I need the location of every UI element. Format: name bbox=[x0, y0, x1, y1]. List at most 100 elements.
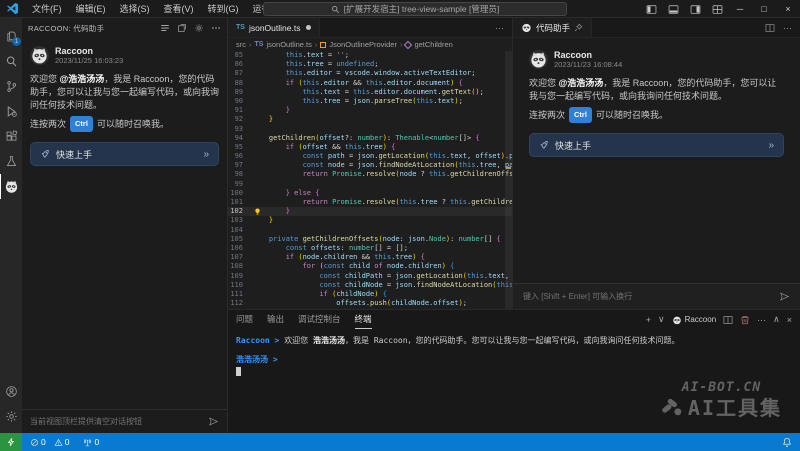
line-number[interactable]: 92 bbox=[228, 115, 252, 124]
code-line[interactable]: 95 if (offset && this.tree) { bbox=[228, 143, 512, 152]
warnings-status[interactable]: 0 bbox=[54, 437, 70, 447]
pin-icon[interactable] bbox=[574, 23, 583, 32]
testing-icon[interactable] bbox=[0, 149, 22, 174]
tab-terminal[interactable]: 终端 bbox=[355, 310, 372, 329]
line-number[interactable]: 87 bbox=[228, 69, 252, 78]
sidebar-chat-input[interactable]: 当前视图顶栏提供清空对话按钮 bbox=[22, 409, 227, 433]
line-number[interactable]: 95 bbox=[228, 143, 252, 152]
source-control-icon[interactable] bbox=[0, 74, 22, 99]
menu-selection[interactable]: 选择(S) bbox=[113, 0, 157, 18]
line-number[interactable]: 89 bbox=[228, 88, 252, 97]
new-terminal-icon[interactable]: + bbox=[646, 315, 651, 325]
code-line[interactable]: 85 this.text = ''; bbox=[228, 51, 512, 60]
split-terminal-icon[interactable] bbox=[723, 315, 733, 325]
code-line[interactable]: 108 for (const child of node.children) { bbox=[228, 262, 512, 271]
code-line[interactable]: 111 if (childNode) { bbox=[228, 290, 512, 299]
line-number[interactable]: 112 bbox=[228, 299, 252, 308]
tab-code-assistant[interactable]: 代码助手 bbox=[513, 18, 592, 37]
settings-gear-icon[interactable] bbox=[0, 404, 22, 429]
line-number[interactable]: 98 bbox=[228, 170, 252, 179]
code-line[interactable]: 107 if (node.children && this.tree) { bbox=[228, 253, 512, 262]
clear-chat-icon[interactable] bbox=[160, 23, 170, 33]
send-icon[interactable] bbox=[208, 416, 219, 427]
line-number[interactable]: 85 bbox=[228, 51, 252, 60]
line-number[interactable]: 103 bbox=[228, 216, 252, 225]
line-number[interactable]: 100 bbox=[228, 189, 252, 198]
new-session-icon[interactable] bbox=[177, 23, 187, 33]
remote-indicator[interactable] bbox=[0, 433, 22, 451]
tab-output[interactable]: 输出 bbox=[267, 310, 284, 329]
menu-view[interactable]: 查看(V) bbox=[157, 0, 201, 18]
more-actions-icon[interactable] bbox=[211, 23, 221, 33]
line-number[interactable]: 104 bbox=[228, 226, 252, 235]
line-number[interactable]: 107 bbox=[228, 253, 252, 262]
code-line[interactable]: 98 return Promise.resolve(node ? this.ge… bbox=[228, 170, 512, 179]
code-line[interactable]: 109 const childPath = json.getLocation(t… bbox=[228, 272, 512, 281]
code-line[interactable]: 99 bbox=[228, 180, 512, 189]
window-maximize-button[interactable]: □ bbox=[752, 0, 776, 18]
code-line[interactable]: 106 const offsets: number[] = []; bbox=[228, 244, 512, 253]
quick-start-button[interactable]: 快速上手 » bbox=[529, 133, 784, 157]
panel-more-icon[interactable]: ··· bbox=[757, 315, 766, 325]
code-line[interactable]: 104 bbox=[228, 226, 512, 235]
toggle-secondary-sidebar-icon[interactable] bbox=[684, 0, 706, 18]
explorer-icon[interactable]: 1 bbox=[0, 24, 22, 49]
customize-layout-icon[interactable] bbox=[706, 0, 728, 18]
quick-fix-lightbulb-icon[interactable] bbox=[254, 208, 261, 215]
code-line[interactable]: 92 } bbox=[228, 115, 512, 124]
modified-dot-icon[interactable] bbox=[306, 25, 311, 30]
code-line[interactable]: 87 this.editor = vscode.window.activeTex… bbox=[228, 69, 512, 78]
tab-jsonoutline[interactable]: TS jsonOutline.ts bbox=[228, 18, 320, 37]
split-editor-icon[interactable] bbox=[765, 23, 775, 33]
window-minimize-button[interactable]: ─ bbox=[728, 0, 752, 18]
line-number[interactable]: 93 bbox=[228, 125, 252, 134]
code-line[interactable]: 101 return Promise.resolve(this.tree ? t… bbox=[228, 198, 512, 207]
account-icon[interactable] bbox=[0, 379, 22, 404]
code-line[interactable]: 91 } bbox=[228, 106, 512, 115]
line-number[interactable]: 109 bbox=[228, 272, 252, 281]
line-number[interactable]: 102 bbox=[228, 207, 252, 216]
code-line[interactable]: 96 const path = json.getLocation(this.te… bbox=[228, 152, 512, 161]
code-line[interactable]: 89 this.text = this.editor.document.getT… bbox=[228, 88, 512, 97]
terminal-profile-chevron-icon[interactable]: ∨ bbox=[658, 314, 665, 325]
panel-more-actions-icon[interactable]: ··· bbox=[783, 23, 792, 33]
line-number[interactable]: 91 bbox=[228, 106, 252, 115]
code-line[interactable]: 100 } else { bbox=[228, 189, 512, 198]
breadcrumb-method[interactable]: getChildren bbox=[414, 40, 452, 49]
terminal-content[interactable]: Raccoon > 欢迎您 浩浩汤汤，我是 Raccoon，您的代码助手。您可以… bbox=[228, 329, 800, 433]
menu-file[interactable]: 文件(F) bbox=[25, 0, 69, 18]
kill-terminal-icon[interactable] bbox=[740, 315, 750, 325]
search-view-icon[interactable] bbox=[0, 49, 22, 74]
line-number[interactable]: 97 bbox=[228, 161, 252, 170]
code-line[interactable]: 110 const childNode = json.findNodeAtLoc… bbox=[228, 281, 512, 290]
run-debug-icon[interactable] bbox=[0, 99, 22, 124]
line-number[interactable]: 111 bbox=[228, 290, 252, 299]
errors-status[interactable]: 0 bbox=[30, 437, 46, 447]
line-number[interactable]: 106 bbox=[228, 244, 252, 253]
line-number[interactable]: 108 bbox=[228, 262, 252, 271]
ports-status[interactable]: 0 bbox=[83, 437, 99, 447]
line-number[interactable]: 99 bbox=[228, 180, 252, 189]
line-number[interactable]: 105 bbox=[228, 235, 252, 244]
line-number[interactable]: 86 bbox=[228, 60, 252, 69]
line-number[interactable]: 90 bbox=[228, 97, 252, 106]
send-icon[interactable] bbox=[779, 291, 790, 302]
tab-problems[interactable]: 问题 bbox=[236, 310, 253, 329]
code-line[interactable]: 88 if (this.editor && this.editor.docume… bbox=[228, 79, 512, 88]
code-line[interactable]: 103 } bbox=[228, 216, 512, 225]
assistant-chat-input[interactable]: 键入 [Shift + Enter] 可输入换行 bbox=[513, 283, 800, 309]
raccoon-assistant-icon[interactable] bbox=[0, 174, 22, 199]
editor-scrollbar[interactable] bbox=[505, 51, 512, 309]
breadcrumb-class[interactable]: JsonOutlineProvider bbox=[329, 40, 397, 49]
code-line[interactable]: 93 bbox=[228, 125, 512, 134]
line-number[interactable]: 96 bbox=[228, 152, 252, 161]
quick-start-button[interactable]: 快速上手 » bbox=[30, 142, 219, 166]
toggle-panel-icon[interactable] bbox=[662, 0, 684, 18]
line-number[interactable]: 101 bbox=[228, 198, 252, 207]
extensions-icon[interactable] bbox=[0, 124, 22, 149]
terminal-profile[interactable]: Raccoon bbox=[672, 315, 717, 325]
tab-debug-console[interactable]: 调试控制台 bbox=[298, 310, 341, 329]
code-line[interactable]: 94 getChildren(offset?: number): Thenabl… bbox=[228, 134, 512, 143]
code-line[interactable]: 105 private getChildrenOffsets(node: jso… bbox=[228, 235, 512, 244]
breadcrumb-src[interactable]: src bbox=[236, 40, 246, 49]
